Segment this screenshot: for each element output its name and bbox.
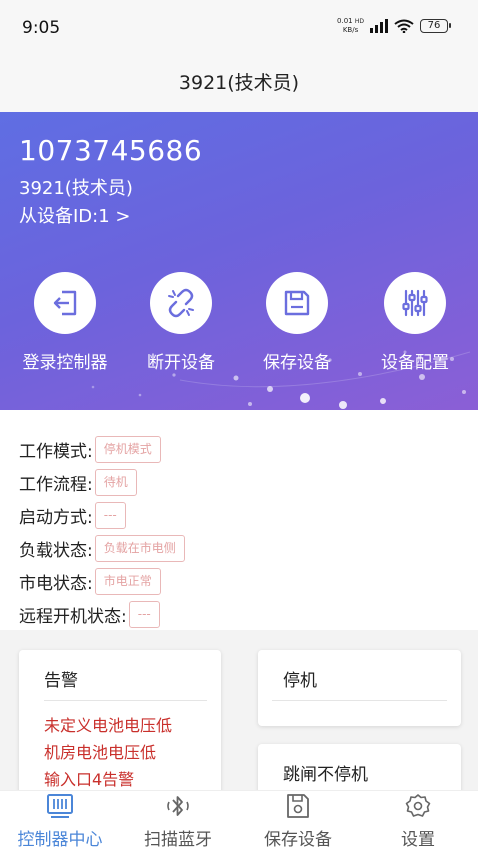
nav-settings[interactable]: 设置 xyxy=(358,791,478,850)
alarm-item: 未定义电池电压低 xyxy=(44,716,173,735)
login-controller-label: 登录控制器 xyxy=(22,353,108,373)
disconnect-device-button[interactable]: 断开设备 xyxy=(126,272,236,373)
device-config-button[interactable]: 设备配置 xyxy=(360,272,470,373)
device-number: 1073745686 xyxy=(19,134,203,167)
slave-device-link[interactable]: 从设备ID:1 > xyxy=(19,202,131,228)
device-config-label: 设备配置 xyxy=(381,353,449,373)
work-mode-value: 停机模式 xyxy=(94,435,161,463)
status-row-mains-state: 市电状态: 市电正常 xyxy=(19,566,161,596)
wifi-icon xyxy=(394,19,414,33)
remote-start-label: 远程开机状态: xyxy=(19,606,127,627)
save-device-button[interactable]: 保存设备 xyxy=(242,272,352,373)
work-flow-value: 待机 xyxy=(94,468,137,496)
status-time: 9:05 xyxy=(22,18,61,38)
nav-label: 控制器中心 xyxy=(17,830,103,850)
disconnect-device-label: 断开设备 xyxy=(147,353,215,373)
controller-icon xyxy=(47,794,73,818)
status-row-work-flow: 工作流程: 待机 xyxy=(19,467,137,497)
mains-state-value: 市电正常 xyxy=(94,567,161,595)
device-header: 1073745686 3921(技术员) 从设备ID:1 > 登录控制器 断开设… xyxy=(0,112,478,410)
unlink-icon xyxy=(150,272,212,334)
gear-icon xyxy=(405,794,431,817)
title-bar: 3921(技术员) xyxy=(0,50,478,112)
alarm-item: 机房电池电压低 xyxy=(44,743,157,762)
work-mode-label: 工作模式: xyxy=(19,441,93,462)
alarm-item: 输入口4告警 xyxy=(44,770,135,789)
nav-label: 保存设备 xyxy=(264,830,332,850)
nav-save-device[interactable]: 保存设备 xyxy=(238,791,358,850)
divider xyxy=(272,700,447,701)
mains-state-label: 市电状态: xyxy=(19,573,93,594)
divider xyxy=(44,700,207,701)
nav-label: 设置 xyxy=(401,830,435,850)
work-flow-label: 工作流程: xyxy=(19,474,93,495)
alarm-card[interactable]: 告警 未定义电池电压低 机房电池电压低 输入口4告警 xyxy=(19,650,221,800)
login-icon xyxy=(34,272,96,334)
sliders-icon xyxy=(384,272,446,334)
load-state-label: 负载状态: xyxy=(19,540,93,561)
nav-controller-center[interactable]: 控制器中心 xyxy=(0,791,120,850)
alarm-card-title: 告警 xyxy=(44,671,78,691)
nav-label: 扫描蓝牙 xyxy=(144,830,212,850)
signal-icon xyxy=(370,18,388,33)
start-method-label: 启动方式: xyxy=(19,507,93,528)
bottom-nav: 控制器中心 扫描蓝牙 保存设备 设置 xyxy=(0,790,478,850)
stop-card[interactable]: 停机 xyxy=(258,650,461,726)
status-row-work-mode: 工作模式: 停机模式 xyxy=(19,434,161,464)
status-icons: 0.01 HD KB/s 76 xyxy=(337,17,451,34)
alarm-list: 未定义电池电压低 机房电池电压低 输入口4告警 xyxy=(44,712,172,793)
login-controller-button[interactable]: 登录控制器 xyxy=(10,272,120,373)
status-row-remote-start: 远程开机状态: --- xyxy=(19,599,160,629)
nav-scan-bluetooth[interactable]: 扫描蓝牙 xyxy=(118,791,238,850)
battery-icon: 76 xyxy=(420,18,451,33)
bluetooth-icon xyxy=(167,796,189,816)
status-row-load-state: 负载状态: 负载在市电侧 xyxy=(19,533,185,563)
save-icon xyxy=(266,272,328,334)
load-state-value: 负载在市电侧 xyxy=(94,534,185,562)
device-user: 3921(技术员) xyxy=(19,178,133,199)
start-method-value: --- xyxy=(94,501,126,529)
status-bar: 9:05 0.01 HD KB/s 76 xyxy=(0,0,478,50)
page-title: 3921(技术员) xyxy=(178,71,300,94)
stop-card-title: 停机 xyxy=(283,671,317,691)
save-device-icon xyxy=(287,794,309,818)
save-device-label: 保存设备 xyxy=(263,353,331,373)
status-row-start-method: 启动方式: --- xyxy=(19,500,126,530)
network-speed: 0.01 HD KB/s xyxy=(337,17,364,34)
trip-card-title: 跳闸不停机 xyxy=(283,765,368,785)
remote-start-value: --- xyxy=(128,600,160,628)
